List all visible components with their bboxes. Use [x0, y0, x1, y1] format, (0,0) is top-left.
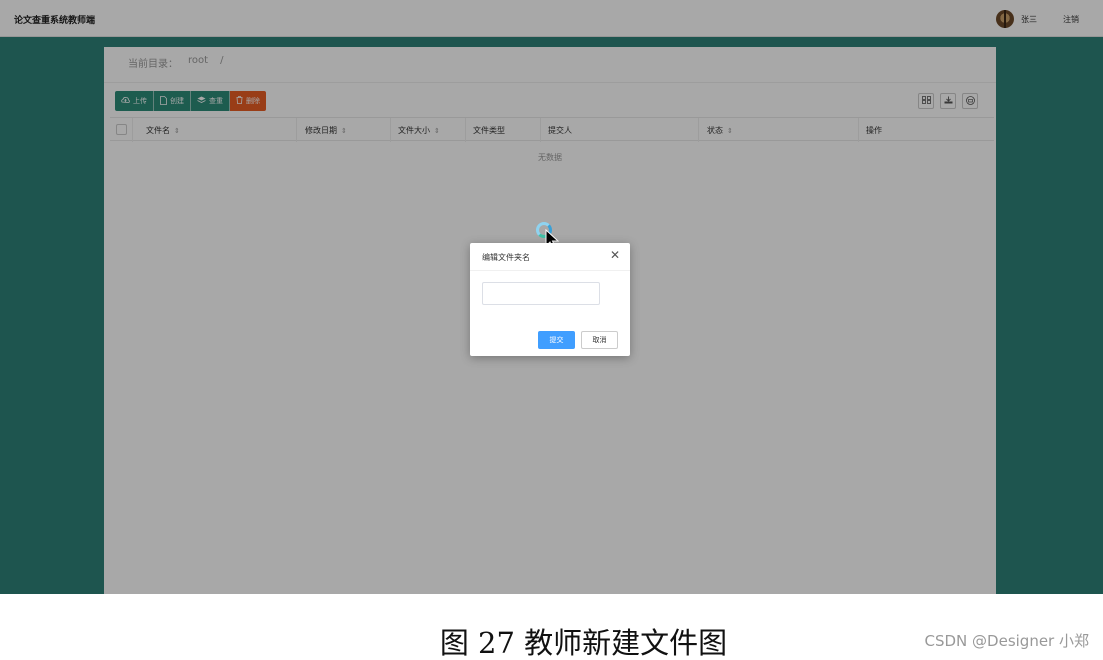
dialog-divider — [470, 270, 630, 271]
submit-button[interactable]: 提交 — [538, 331, 575, 349]
app-screenshot: 论文查重系统教师端 张三 注销 当前目录： root / 上传 创建 查重 删除… — [0, 0, 1103, 594]
folder-name-input[interactable] — [482, 282, 600, 305]
figure-caption-text: 图 27 教师新建文件图 — [439, 626, 728, 660]
dialog-title: 编辑文件夹名 — [482, 253, 530, 262]
close-icon[interactable]: ✕ — [610, 249, 620, 261]
edit-folder-dialog: 编辑文件夹名 ✕ 提交 取消 — [470, 243, 630, 356]
watermark: CSDN @Designer 小郑 — [924, 632, 1090, 650]
cancel-button[interactable]: 取消 — [581, 331, 618, 349]
